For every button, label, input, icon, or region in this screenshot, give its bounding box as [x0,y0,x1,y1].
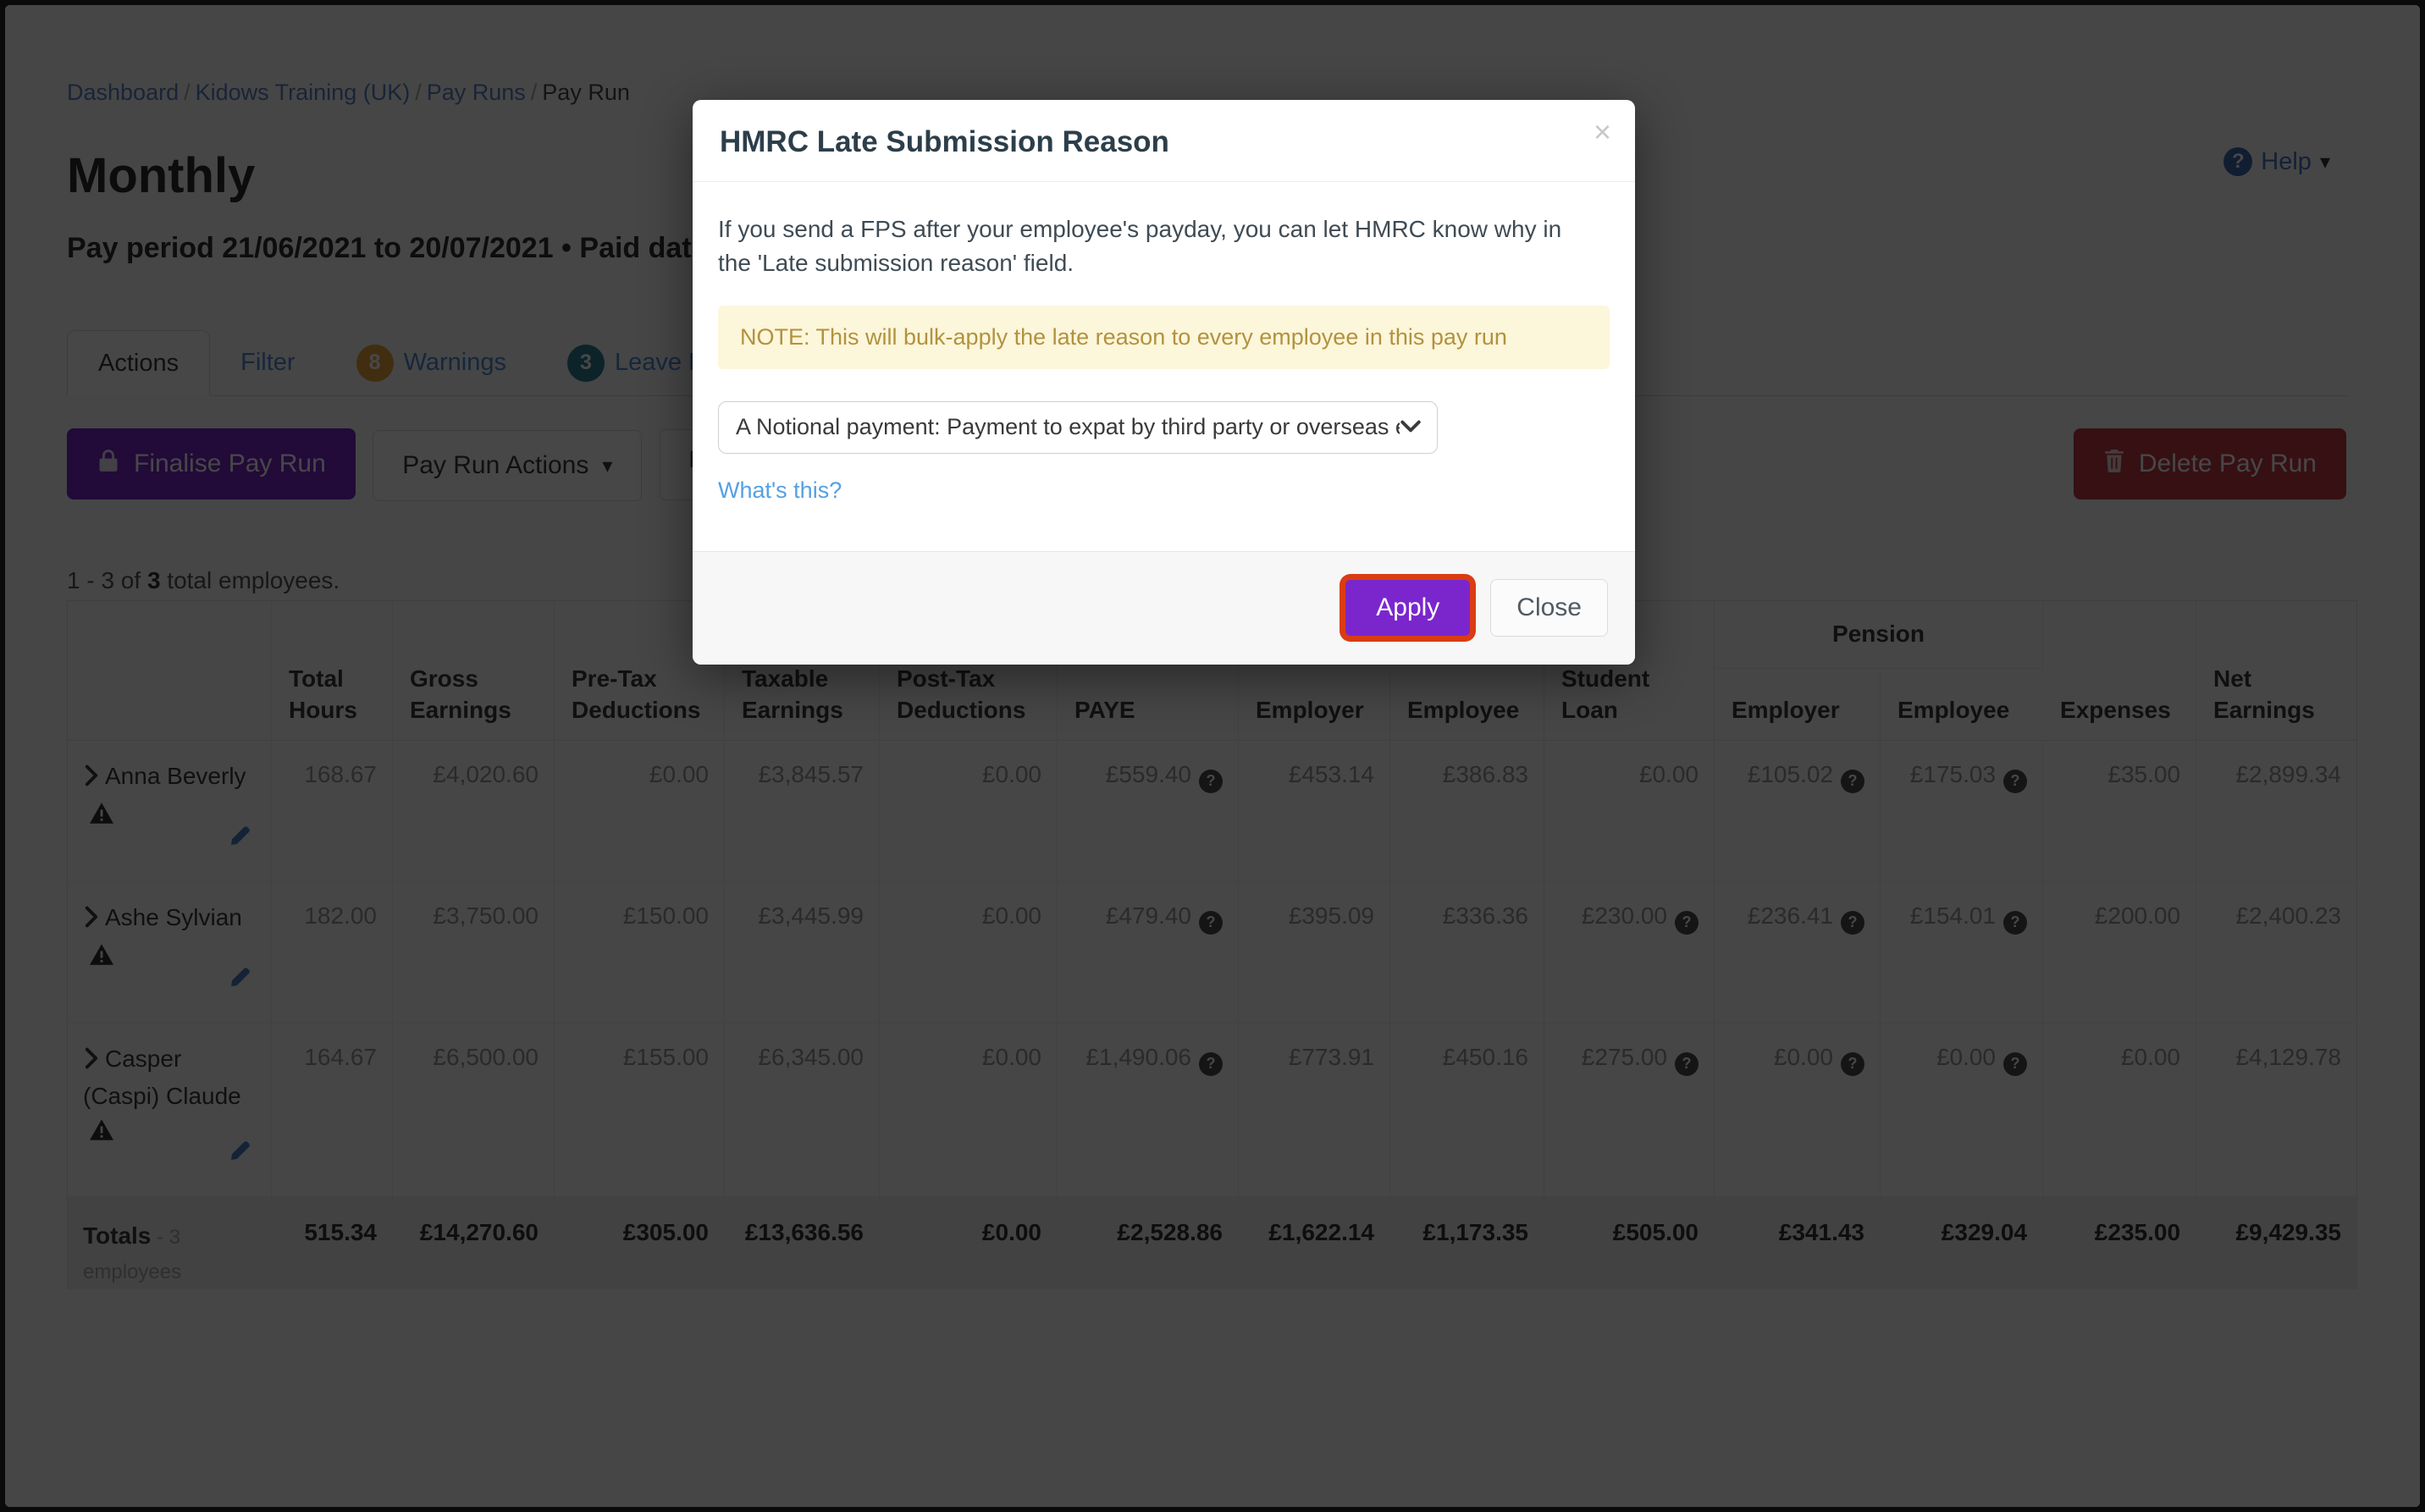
modal-description: If you send a FPS after your employee's … [718,216,1562,276]
modal-footer: Apply Close [693,550,1635,665]
modal-title: HMRC Late Submission Reason [720,125,1169,158]
modal-header: HMRC Late Submission Reason × [693,100,1635,182]
close-icon[interactable]: × [1594,117,1611,147]
modal-body: If you send a FPS after your employee's … [693,182,1635,551]
pay-run-page: Dashboard/Kidows Training (UK)/Pay Runs/… [5,5,2420,1507]
whats-this-link[interactable]: What's this? [718,477,842,504]
bulk-apply-note: NOTE: This will bulk-apply the late reas… [718,305,1610,369]
chevron-down-icon [1400,414,1422,440]
late-reason-selected-value: A Notional payment: Payment to expat by … [736,414,1400,439]
late-reason-select[interactable]: A Notional payment: Payment to expat by … [718,400,1438,454]
screenshot-frame: Dashboard/Kidows Training (UK)/Pay Runs/… [0,0,2425,1512]
apply-button[interactable]: Apply [1345,580,1471,636]
hmrc-late-submission-modal: HMRC Late Submission Reason × If you sen… [693,100,1635,665]
close-button[interactable]: Close [1490,579,1608,637]
